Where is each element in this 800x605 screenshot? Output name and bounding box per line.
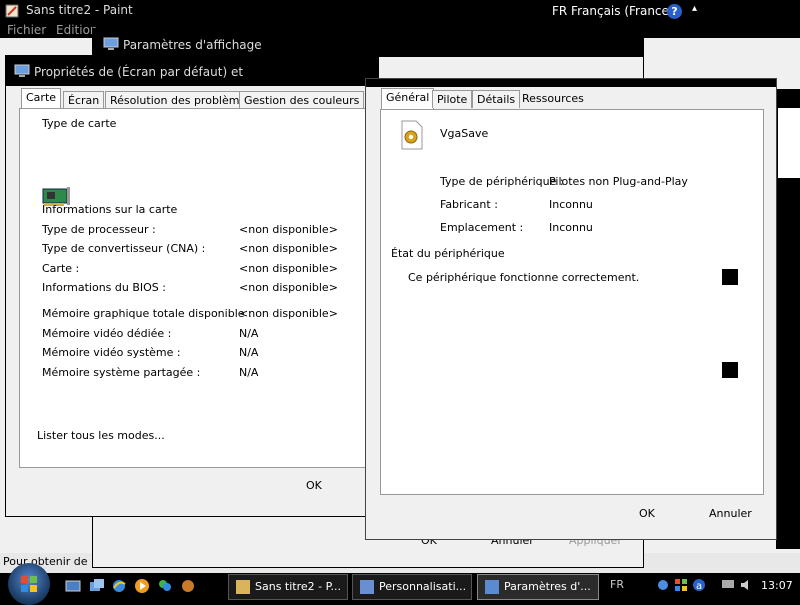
device-status-text: Ce périphérique fonctionne correctement.: [408, 271, 640, 284]
row-label: Mémoire système partagée :: [42, 366, 201, 379]
tray-update-icon[interactable]: a: [692, 578, 706, 592]
device-dialog-frame: [366, 79, 776, 87]
row-value: <non disponible>: [239, 223, 338, 236]
scroll-up-button[interactable]: [722, 269, 738, 285]
tray-network-icon[interactable]: [656, 578, 670, 592]
quicklaunch-app-icon[interactable]: [180, 578, 196, 594]
properties-ok-button[interactable]: OK: [306, 479, 322, 492]
task-paint[interactable]: Sans titre2 - P...: [228, 574, 348, 600]
device-properties-dialog: Général Pilote Détails Ressources VgaSav…: [365, 78, 777, 540]
paint-title: Sans titre2 - Paint: [26, 3, 133, 17]
manufacturer-value: Inconnu: [549, 198, 593, 211]
tray-windows-icon[interactable]: [674, 578, 688, 592]
tab-general[interactable]: Général: [381, 88, 435, 110]
menu-fichier[interactable]: Fichier: [7, 23, 46, 37]
card-info-heading: Informations sur la carte: [42, 203, 178, 216]
volume-icon[interactable]: [739, 578, 753, 592]
language-bar[interactable]: FR Français (France): [552, 4, 674, 18]
personalization-icon: [360, 580, 374, 594]
tab-gestion-couleurs[interactable]: Gestion des couleurs: [239, 91, 365, 109]
card-type-label: Type de carte: [42, 117, 117, 130]
tab-ecran[interactable]: Écran: [63, 91, 105, 109]
display-settings-title: Paramètres d'affichage: [123, 38, 262, 52]
properties-dialog: Propriétés de (Écran par défaut) et Cart…: [5, 55, 381, 517]
tab-details[interactable]: Détails: [472, 90, 521, 108]
device-name: VgaSave: [440, 127, 489, 140]
monitor-icon: [14, 64, 30, 77]
language-bar-options-icon[interactable]: ▴: [692, 3, 697, 14]
row-label: Mémoire vidéo dédiée :: [42, 327, 172, 340]
device-status-heading: État du périphérique: [391, 247, 505, 260]
row-label: Mémoire vidéo système :: [42, 346, 181, 359]
clock[interactable]: 13:07: [761, 579, 793, 592]
tab-resolution-problemes[interactable]: Résolution des problèmes: [105, 91, 257, 109]
row-value: N/A: [239, 346, 259, 359]
row-label: Mémoire graphique totale disponible :: [42, 307, 252, 320]
tray-monitor-icon[interactable]: [721, 578, 735, 592]
row-value: <non disponible>: [239, 242, 338, 255]
device-ok-button[interactable]: OK: [639, 507, 655, 520]
paint-icon: [5, 4, 19, 18]
general-panel: VgaSave Type de périphérique : Pilotes n…: [380, 109, 764, 495]
task-label: Paramètres d'...: [504, 580, 591, 593]
help-icon[interactable]: ?: [667, 4, 682, 19]
list-all-modes-button[interactable]: Lister tous les modes...: [37, 429, 165, 442]
tab-carte[interactable]: Carte: [21, 88, 62, 110]
scroll-down-button[interactable]: [722, 362, 738, 378]
svg-text:a: a: [696, 581, 702, 592]
row-label: Carte :: [42, 262, 80, 275]
row-label: Informations du BIOS :: [42, 281, 166, 294]
device-type-label: Type de périphérique :: [440, 175, 564, 188]
row-label: Type de processeur :: [42, 223, 156, 236]
internet-explorer-icon[interactable]: [111, 578, 127, 594]
location-label: Emplacement :: [440, 221, 524, 234]
row-value: N/A: [239, 366, 259, 379]
start-button[interactable]: [8, 563, 50, 605]
monitor-icon: [103, 37, 119, 50]
paint-titlebar[interactable]: Sans titre2 - Paint FR Français (France)…: [0, 0, 800, 22]
location-value: Inconnu: [549, 221, 593, 234]
device-cancel-button[interactable]: Annuler: [709, 507, 752, 520]
task-label: Sans titre2 - P...: [255, 580, 342, 593]
row-label: Type de convertisseur (CNA) :: [42, 242, 206, 255]
row-value: N/A: [239, 327, 259, 340]
device-type-value: Pilotes non Plug-and-Play: [549, 175, 688, 188]
taskbar: Sans titre2 - P... Personnalisati... Par…: [0, 563, 800, 605]
show-desktop-icon[interactable]: [65, 578, 81, 594]
display-settings-icon: [485, 580, 499, 594]
messenger-icon[interactable]: [157, 578, 173, 594]
task-parametres-affichage[interactable]: Paramètres d'...: [477, 574, 599, 600]
tab-pilote[interactable]: Pilote: [432, 90, 473, 108]
paint-scroll-area: [778, 108, 800, 178]
manufacturer-label: Fabricant :: [440, 198, 498, 211]
row-value: <non disponible>: [239, 262, 338, 275]
tab-ressources[interactable]: Ressources: [518, 90, 588, 107]
properties-title: Propriétés de (Écran par défaut) et: [34, 65, 244, 79]
windows-logo-icon: [21, 576, 37, 592]
paint-icon: [236, 580, 250, 594]
tray-language[interactable]: FR: [610, 578, 624, 591]
task-personnalisation[interactable]: Personnalisati...: [352, 574, 472, 600]
switch-windows-icon[interactable]: [89, 578, 105, 594]
media-player-icon[interactable]: [134, 578, 150, 594]
row-value: <non disponible>: [239, 307, 338, 320]
task-label: Personnalisati...: [379, 580, 467, 593]
device-gear-icon: [401, 120, 423, 150]
properties-titlebar[interactable]: Propriétés de (Écran par défaut) et: [6, 56, 378, 86]
row-value: <non disponible>: [239, 281, 338, 294]
display-settings-titlebar[interactable]: Paramètres d'affichage: [93, 29, 643, 57]
card-panel: Type de carte Informations sur la carte …: [19, 108, 381, 468]
